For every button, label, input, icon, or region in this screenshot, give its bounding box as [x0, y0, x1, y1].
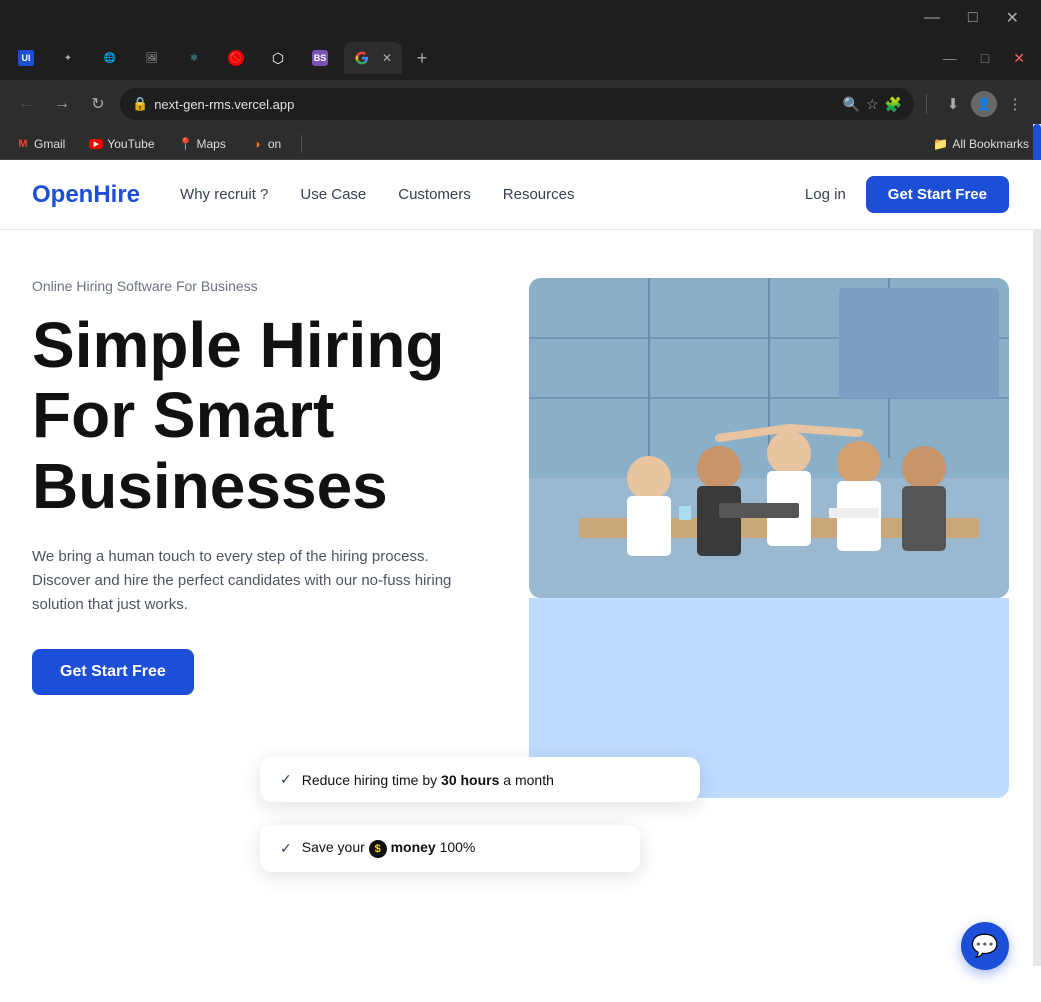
- on-favicon: ◑: [250, 137, 264, 151]
- tab-bar: UI ✦ 🌐 🖼 ⚛ 🚫 ⬡ BS: [0, 36, 1041, 80]
- win-maximize-btn[interactable]: □: [973, 46, 997, 70]
- bookmark-youtube[interactable]: ▶ YouTube: [85, 135, 158, 153]
- nav-link-resources[interactable]: Resources: [503, 186, 575, 203]
- all-bookmarks-label: All Bookmarks: [952, 137, 1029, 151]
- forward-button[interactable]: →: [48, 90, 76, 118]
- team-photo: [529, 278, 1009, 598]
- tab-favicon-5: ⚛: [186, 50, 202, 66]
- bookmark-maps-label: Maps: [197, 137, 226, 151]
- title-bar: — □ ✕: [0, 0, 1041, 36]
- hero-description: We bring a human touch to every step of …: [32, 545, 452, 617]
- close-button[interactable]: ✕: [996, 6, 1029, 30]
- address-bar-row: ← → ↻ 🔒 next-gen-rms.vercel.app 🔍 ☆ 🧩 ⬇ …: [0, 80, 1041, 128]
- menu-button[interactable]: ⋮: [1001, 90, 1029, 118]
- browser-tab-1[interactable]: UI: [8, 42, 44, 74]
- nav-links: Why recruit ? Use Case Customers Resourc…: [180, 186, 574, 203]
- nav-right: Log in Get Start Free: [805, 176, 1009, 213]
- browser-chrome: — □ ✕ UI ✦ 🌐 🖼 ⚛ 🚫 ⬡: [0, 0, 1041, 160]
- tab-favicon-2: ✦: [60, 50, 76, 66]
- webpage-content: OpenHire Why recruit ? Use Case Customer…: [0, 160, 1041, 1002]
- tab-favicon-4: 🖼: [144, 50, 160, 66]
- win-close-btn[interactable]: ✕: [1005, 46, 1033, 71]
- check-icon-2: ✓: [280, 840, 292, 857]
- download-button[interactable]: ⬇: [939, 90, 967, 118]
- toolbar-icons: ⬇ 👤 ⋮: [939, 90, 1029, 118]
- tooltip-card-1: ✓ Reduce hiring time by 30 hours a month: [260, 757, 700, 802]
- browser-tab-7[interactable]: ⬡: [260, 42, 296, 74]
- nav-link-use-case[interactable]: Use Case: [300, 186, 366, 203]
- tooltip-text-2: Save your $ money 100%: [302, 839, 476, 858]
- browser-tab-2[interactable]: ✦: [50, 42, 86, 74]
- folder-icon: 📁: [933, 137, 948, 151]
- hero-subtitle: Online Hiring Software For Business: [32, 278, 481, 294]
- check-icon-1: ✓: [280, 771, 292, 788]
- tab-favicon-6: 🚫: [228, 50, 244, 66]
- login-button[interactable]: Log in: [805, 186, 846, 203]
- chat-icon: 💬: [971, 933, 998, 959]
- back-button[interactable]: ←: [12, 90, 40, 118]
- maximize-button[interactable]: □: [958, 7, 988, 29]
- bookmark-on-label: on: [268, 137, 281, 151]
- nav-link-customers[interactable]: Customers: [398, 186, 471, 203]
- hero-section: Online Hiring Software For Business Simp…: [0, 230, 1041, 1002]
- bookmark-gmail[interactable]: M Gmail: [12, 135, 69, 153]
- browser-tab-4[interactable]: 🖼: [134, 42, 170, 74]
- logo-hire: Hire: [93, 181, 140, 208]
- gmail-favicon: M: [16, 137, 30, 151]
- address-text: next-gen-rms.vercel.app: [154, 97, 294, 112]
- win-minimize-btn[interactable]: —: [935, 46, 965, 70]
- window-controls: — □ ✕: [935, 46, 1033, 71]
- bookmark-star-icon[interactable]: ☆: [866, 96, 879, 113]
- hero-left: Online Hiring Software For Business Simp…: [32, 278, 497, 1002]
- bookmark-maps[interactable]: 📍 Maps: [175, 135, 230, 153]
- chat-bubble-button[interactable]: 💬: [961, 922, 1009, 970]
- bookmark-on[interactable]: ◑ on: [246, 135, 285, 153]
- get-start-button[interactable]: Get Start Free: [866, 176, 1009, 213]
- extensions-icon[interactable]: 🧩: [885, 96, 902, 113]
- refresh-button[interactable]: ↻: [84, 90, 112, 118]
- tab-close-9[interactable]: ✕: [382, 51, 392, 65]
- bookmarks-bar: M Gmail ▶ YouTube 📍 Maps ◑ on 📁 All Book…: [0, 128, 1041, 160]
- profile-avatar[interactable]: 👤: [971, 91, 997, 117]
- tooltip-card-2: ✓ Save your $ money 100%: [260, 825, 640, 872]
- hero-image: [529, 278, 1009, 598]
- nav-link-why-recruit[interactable]: Why recruit ?: [180, 186, 268, 203]
- logo-open: Open: [32, 181, 93, 208]
- tab-favicon-8: BS: [312, 50, 328, 66]
- tab-favicon-1: UI: [18, 50, 34, 66]
- youtube-favicon: ▶: [89, 139, 103, 149]
- browser-tab-5[interactable]: ⚛: [176, 42, 212, 74]
- browser-tab-6[interactable]: 🚫: [218, 42, 254, 74]
- all-bookmarks-button[interactable]: 📁 All Bookmarks: [933, 137, 1029, 151]
- money-icon: $: [369, 840, 387, 858]
- bookmark-youtube-label: YouTube: [107, 137, 154, 151]
- search-icon[interactable]: 🔍: [843, 96, 860, 113]
- bookmarks-separator: [301, 135, 302, 153]
- security-icon: 🔒: [132, 96, 148, 112]
- minimize-button[interactable]: —: [914, 7, 950, 29]
- tooltip-text-1: Reduce hiring time by 30 hours a month: [302, 772, 554, 788]
- hero-cta-button[interactable]: Get Start Free: [32, 649, 194, 695]
- hero-right: [529, 278, 1009, 1002]
- browser-tab-9[interactable]: ✕: [344, 42, 402, 74]
- browser-tab-8[interactable]: BS: [302, 42, 338, 74]
- hero-title: Simple Hiring For Smart Businesses: [32, 310, 481, 521]
- scrollbar[interactable]: [1033, 160, 1041, 966]
- toolbar-separator: [926, 94, 927, 114]
- tab-favicon-9: [354, 50, 370, 66]
- address-bar[interactable]: 🔒 next-gen-rms.vercel.app 🔍 ☆ 🧩: [120, 88, 914, 120]
- main-nav: OpenHire Why recruit ? Use Case Customer…: [0, 160, 1041, 230]
- tab-favicon-7: ⬡: [270, 50, 286, 66]
- tab-favicon-3: 🌐: [102, 50, 118, 66]
- new-tab-button[interactable]: +: [408, 44, 436, 72]
- logo[interactable]: OpenHire: [32, 181, 140, 209]
- browser-tab-3[interactable]: 🌐: [92, 42, 128, 74]
- maps-favicon: 📍: [179, 137, 193, 151]
- bookmark-gmail-label: Gmail: [34, 137, 65, 151]
